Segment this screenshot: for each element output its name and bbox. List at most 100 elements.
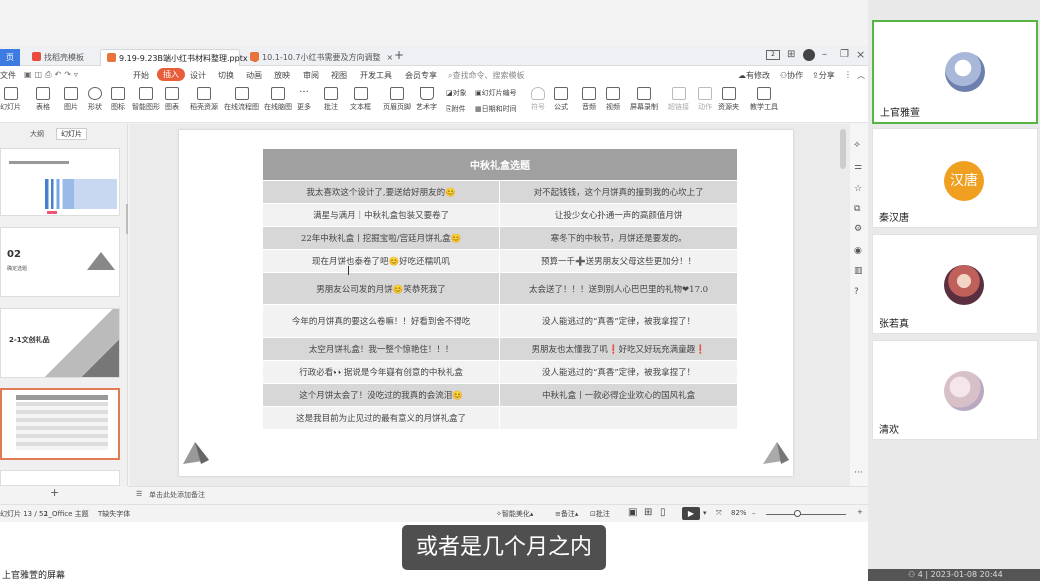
missing-font[interactable]: T缺失字体 bbox=[98, 509, 130, 519]
ribbon-formula[interactable]: 公式 bbox=[554, 87, 568, 112]
ribbon-datetime[interactable]: ▦日期和时间 bbox=[475, 104, 517, 114]
menu-developer[interactable]: 开发工具 bbox=[360, 70, 392, 81]
ribbon-wordart[interactable]: 艺术字 bbox=[416, 87, 437, 112]
participant-tile[interactable]: 汉唐 秦汉唐 bbox=[872, 128, 1038, 228]
settings-icon[interactable]: ⚙ bbox=[854, 224, 862, 234]
tab-outline[interactable]: 大纲 bbox=[30, 129, 44, 139]
ribbon-header-footer[interactable]: 页眉页脚 bbox=[383, 87, 411, 112]
ribbon-hyperlink[interactable]: 超链接 bbox=[668, 87, 689, 112]
ribbon-chart[interactable]: 图表 bbox=[165, 87, 179, 112]
fit-window-icon[interactable]: ⤧ bbox=[716, 509, 722, 518]
share-button[interactable]: ⇪分享 bbox=[812, 70, 835, 81]
ribbon-mindmap[interactable]: 在线脑图 bbox=[264, 87, 292, 112]
collaborate-button[interactable]: ⚇协作 bbox=[780, 70, 803, 81]
minimize-icon[interactable]: – bbox=[822, 49, 827, 60]
ribbon-icons[interactable]: 图标 bbox=[111, 87, 125, 112]
sorter-view-icon[interactable]: ⊞ bbox=[644, 507, 652, 518]
more-icon[interactable]: ⋮ bbox=[844, 70, 852, 79]
ribbon-picture[interactable]: 图片 bbox=[64, 87, 78, 112]
tab-home[interactable]: 页 bbox=[0, 49, 20, 66]
menu-insert[interactable]: 插入 bbox=[157, 68, 185, 81]
menu-transition[interactable]: 切换 bbox=[218, 70, 234, 81]
ribbon-textbox[interactable]: 文本框 bbox=[350, 87, 371, 112]
revision-status[interactable]: ☁有修改 bbox=[738, 70, 770, 81]
ribbon-audio[interactable]: 音频 bbox=[582, 87, 596, 112]
ribbon-video[interactable]: 视频 bbox=[606, 87, 620, 112]
normal-view-icon[interactable]: ▣ bbox=[628, 507, 637, 518]
play-slideshow-button[interactable]: ▶ bbox=[682, 507, 700, 520]
menu-member[interactable]: 会员专享 bbox=[405, 70, 437, 81]
menu-view[interactable]: 视图 bbox=[331, 70, 347, 81]
new-tab-button[interactable]: + bbox=[394, 48, 404, 62]
thumb-scrollbar[interactable] bbox=[126, 204, 128, 234]
ribbon-new-slide[interactable]: 幻灯片 bbox=[0, 87, 21, 112]
command-search[interactable]: ⌕查找命令、搜索模板 bbox=[448, 70, 524, 81]
quick-access-icons[interactable]: ▣◫⎙↶↷▿ bbox=[24, 70, 81, 80]
canvas-scrollbar[interactable] bbox=[840, 129, 846, 169]
menu-review[interactable]: 审阅 bbox=[303, 70, 319, 81]
grid-icon[interactable]: ⊞ bbox=[787, 49, 795, 60]
participant-tile[interactable]: 清欢 bbox=[872, 340, 1038, 440]
tab-slides[interactable]: 幻灯片 bbox=[56, 128, 87, 140]
close-icon[interactable]: × bbox=[387, 53, 394, 62]
menu-home[interactable]: 开始 bbox=[133, 70, 149, 81]
location-icon[interactable]: ◉ bbox=[854, 246, 862, 256]
zoom-slider-handle[interactable] bbox=[794, 510, 801, 517]
user-avatar[interactable] bbox=[803, 49, 815, 61]
menu-design[interactable]: 设计 bbox=[190, 70, 206, 81]
notes-toggle[interactable]: ≡备注▴ bbox=[555, 509, 578, 519]
slide-thumbnail-11[interactable] bbox=[0, 148, 120, 216]
collapse-ribbon-icon[interactable]: ︿ bbox=[857, 70, 865, 81]
close-window-icon[interactable]: × bbox=[856, 48, 865, 61]
ribbon-docer[interactable]: 稻壳资源 bbox=[190, 87, 218, 112]
tab-template[interactable]: 找稻壳模板 bbox=[26, 49, 90, 66]
ribbon-more[interactable]: ··· 更多 bbox=[297, 87, 311, 112]
resource-folder-icon bbox=[721, 87, 736, 100]
smart-beautify-button[interactable]: ✧智能美化▴ bbox=[496, 509, 533, 519]
zoom-slider[interactable] bbox=[766, 514, 846, 515]
tab-pptx-file-2[interactable]: 10.1-10.7小红书需要及方向调整 × bbox=[244, 49, 399, 66]
ribbon-comment[interactable]: 批注 bbox=[324, 87, 338, 112]
adjust-icon[interactable]: ⚌ bbox=[854, 162, 862, 172]
ribbon-attachment[interactable]: ⎘附件 bbox=[446, 104, 466, 114]
zoom-level[interactable]: 82% bbox=[731, 509, 747, 517]
ribbon-table[interactable]: 表格 bbox=[36, 87, 50, 112]
topic-table[interactable]: 中秋礼盒选题 我太喜欢这个设计了,要送给好朋友的😊 对不起钱钱，这个月饼真的撞到我… bbox=[263, 149, 738, 430]
ribbon-shape[interactable]: 形状 bbox=[88, 87, 102, 112]
menu-file[interactable]: 文件 bbox=[0, 70, 16, 81]
ribbon-object[interactable]: ◪对象 bbox=[446, 88, 467, 98]
slide-thumbnail-12[interactable]: 02 确定选题 bbox=[0, 227, 120, 297]
window-count-icon[interactable]: 2 bbox=[766, 50, 780, 60]
reading-view-icon[interactable]: ▯ bbox=[660, 507, 666, 518]
notes-bar[interactable]: ☰ 单击此处添加备注 bbox=[128, 486, 868, 502]
comment-toggle[interactable]: ⊡批注 bbox=[590, 509, 610, 519]
star-icon[interactable]: ☆ bbox=[854, 184, 862, 194]
table-cell: 行政必看👀据说是今年嶷有创意的中秋礼盒 bbox=[263, 361, 501, 384]
ribbon-resource[interactable]: 资源夹 bbox=[718, 87, 739, 112]
menu-animation[interactable]: 动画 bbox=[246, 70, 262, 81]
ribbon-symbol[interactable]: 符号 bbox=[531, 87, 545, 112]
ribbon-slide-number[interactable]: ▣幻灯片编号 bbox=[475, 88, 517, 98]
participant-tile[interactable]: 张若真 bbox=[872, 234, 1038, 334]
ribbon-screen-record[interactable]: 屏幕录制 bbox=[630, 87, 658, 112]
restore-icon[interactable]: ❐ bbox=[840, 49, 849, 60]
format-brush-icon[interactable]: ⟡ bbox=[854, 140, 860, 150]
slide-thumbnail-13-title[interactable]: 2-1文创礼品 bbox=[0, 308, 120, 378]
slide-thumbnail-current[interactable] bbox=[0, 388, 120, 460]
ribbon-smartart[interactable]: 智能图形 bbox=[132, 87, 160, 112]
zoom-out-icon[interactable]: – bbox=[752, 509, 756, 517]
ribbon-teaching[interactable]: 教学工具 bbox=[750, 87, 778, 112]
book-icon[interactable]: ▥ bbox=[854, 266, 863, 276]
copy-icon[interactable]: ⧉ bbox=[854, 204, 860, 214]
zoom-in-icon[interactable]: + bbox=[857, 508, 863, 516]
participant-tile[interactable]: 上官雅萱 bbox=[872, 20, 1038, 124]
ribbon-action[interactable]: 动作 bbox=[698, 87, 712, 112]
slide-thumbnail-next[interactable] bbox=[0, 470, 120, 486]
tab-pptx-file[interactable]: 9.19-9.23B端小红书材料整理.pptx● bbox=[100, 49, 259, 66]
add-slide-button[interactable]: + bbox=[50, 486, 59, 499]
help-icon[interactable]: ? bbox=[854, 287, 859, 297]
ribbon-flowchart[interactable]: 在线流程图 bbox=[224, 87, 259, 112]
menu-slideshow[interactable]: 放映 bbox=[274, 70, 290, 81]
slideshow-dropdown-icon[interactable]: ▾ bbox=[703, 509, 707, 517]
more-icon[interactable]: ··· bbox=[854, 468, 863, 478]
